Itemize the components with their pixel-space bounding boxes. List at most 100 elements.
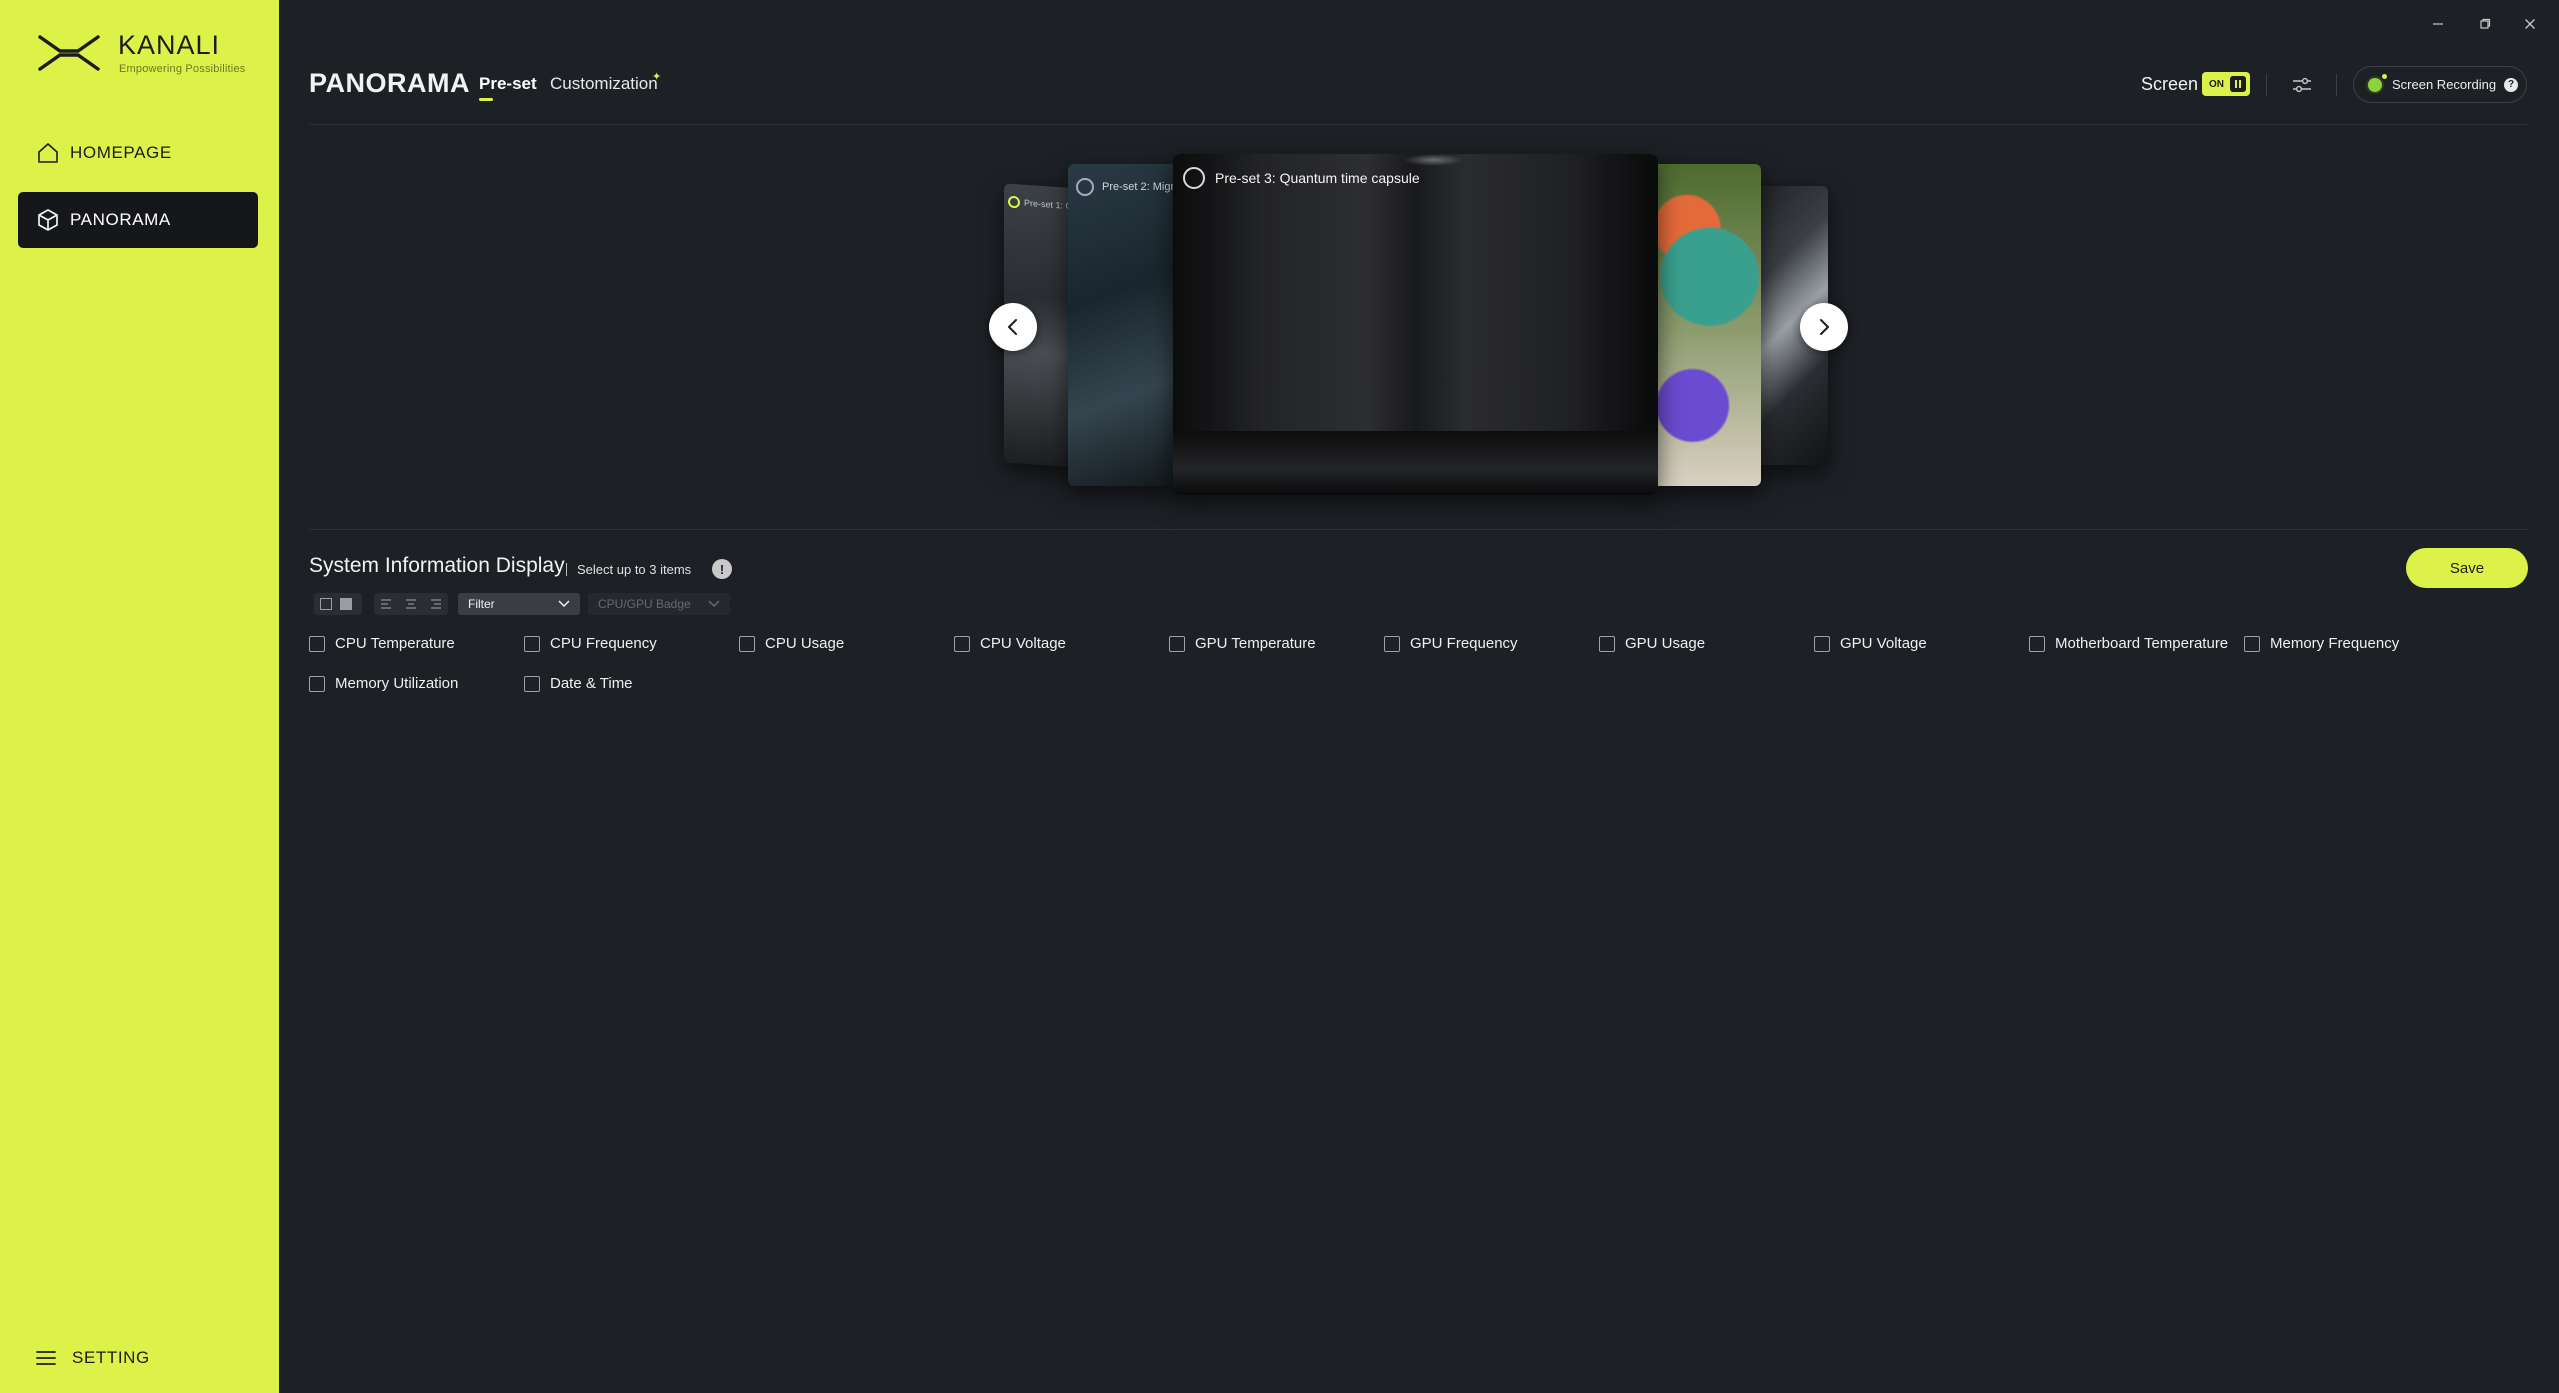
sidebar-item-label: HOMEPAGE bbox=[70, 143, 172, 162]
checkbox[interactable] bbox=[524, 675, 540, 692]
display-settings-button[interactable] bbox=[2290, 73, 2314, 97]
box-icon bbox=[38, 209, 58, 231]
layout-toggle-group bbox=[314, 593, 362, 615]
preset-radio[interactable] bbox=[1076, 178, 1094, 196]
save-button[interactable]: Save bbox=[2406, 548, 2528, 588]
active-tab-indicator bbox=[479, 98, 493, 101]
metric-checkbox-item[interactable]: CPU Usage bbox=[739, 635, 844, 652]
metric-checkbox-item[interactable]: Memory Utilization bbox=[309, 675, 458, 692]
metric-checkbox-item[interactable]: GPU Frequency bbox=[1384, 635, 1518, 652]
close-button[interactable] bbox=[2516, 14, 2544, 34]
section-divider bbox=[309, 529, 2527, 530]
divider bbox=[2266, 74, 2267, 96]
preset-radio[interactable] bbox=[1008, 195, 1020, 209]
alignment-group bbox=[374, 593, 448, 615]
menu-icon bbox=[36, 1351, 56, 1365]
checkbox-label: CPU Usage bbox=[765, 635, 845, 652]
checkbox[interactable] bbox=[524, 635, 540, 652]
checkbox[interactable] bbox=[1169, 635, 1185, 652]
sidebar: KANALI Empowering Possibilities HOMEPAGE… bbox=[0, 0, 279, 1393]
brand-name: KANALI bbox=[118, 30, 221, 60]
screen-toggle-label: ON bbox=[2209, 78, 2224, 90]
help-icon[interactable]: ? bbox=[2504, 77, 2519, 92]
checkbox[interactable] bbox=[1814, 635, 1830, 652]
checkbox-label: Date & Time bbox=[550, 675, 633, 692]
metric-checkbox-item[interactable]: GPU Temperature bbox=[1169, 635, 1316, 652]
align-right-icon[interactable] bbox=[430, 599, 442, 609]
checkbox[interactable] bbox=[309, 635, 325, 652]
header-divider bbox=[309, 124, 2527, 125]
sidebar-item-homepage[interactable]: HOMEPAGE bbox=[18, 125, 258, 181]
sidebar-item-label: PANORAMA bbox=[70, 210, 171, 229]
carousel-next-button[interactable] bbox=[1800, 303, 1848, 351]
minimize-icon bbox=[2433, 23, 2443, 25]
filled-square-icon[interactable] bbox=[340, 598, 352, 610]
close-icon bbox=[2525, 19, 2535, 29]
brand-tagline: Empowering Possibilities bbox=[119, 63, 246, 75]
checkbox-label: CPU Voltage bbox=[980, 635, 1066, 652]
checkbox-label: CPU Temperature bbox=[335, 635, 455, 652]
chevron-right-icon bbox=[1820, 319, 1829, 335]
checkbox-label: GPU Temperature bbox=[1195, 635, 1316, 652]
preset-card-title: Pre-set 3: Quantum time capsule bbox=[1215, 170, 1420, 186]
metric-checkbox-item[interactable]: GPU Usage bbox=[1599, 635, 1705, 652]
checkbox[interactable] bbox=[954, 635, 970, 652]
outline-square-icon[interactable] bbox=[320, 598, 332, 610]
tab-customization[interactable]: Customization bbox=[550, 74, 658, 94]
preset-radio[interactable] bbox=[1183, 167, 1205, 189]
align-left-icon[interactable] bbox=[380, 599, 392, 609]
page-title: PANORAMA bbox=[309, 68, 470, 98]
checkbox-label: Memory Utilization bbox=[335, 675, 459, 692]
checkbox-label: CPU Frequency bbox=[550, 635, 657, 652]
restore-icon bbox=[2480, 18, 2491, 29]
metric-checkbox-item[interactable]: Memory Frequency bbox=[2244, 635, 2399, 652]
checkbox[interactable] bbox=[1384, 635, 1400, 652]
filter-dropdown[interactable]: Filter bbox=[458, 593, 580, 615]
preset-card-4[interactable] bbox=[1647, 164, 1761, 486]
sliders-icon bbox=[2293, 77, 2311, 93]
metric-checkbox-item[interactable]: CPU Temperature bbox=[309, 635, 455, 652]
metric-checkbox-item[interactable]: Date & Time bbox=[524, 675, 633, 692]
info-icon[interactable]: ! bbox=[712, 559, 732, 579]
screen-recording-label: Screen Recording bbox=[2392, 77, 2497, 92]
badge-dropdown[interactable]: CPU/GPU Badge bbox=[588, 593, 730, 615]
screen-toggle[interactable]: ON bbox=[2202, 72, 2250, 96]
toggle-knob bbox=[2230, 76, 2246, 92]
restore-button[interactable] bbox=[2471, 14, 2499, 34]
recording-status-icon bbox=[2368, 73, 2387, 92]
chevron-left-icon bbox=[1008, 319, 1017, 335]
checkbox-label: GPU Frequency bbox=[1410, 635, 1518, 652]
screen-recording-button[interactable]: Screen Recording ? bbox=[2353, 66, 2527, 103]
sidebar-item-panorama[interactable]: PANORAMA bbox=[18, 192, 258, 248]
checkbox-label: GPU Voltage bbox=[1840, 635, 1927, 652]
preset-card-3[interactable]: Pre-set 3: Quantum time capsule bbox=[1173, 154, 1658, 495]
preset-card-label: Pre-set 2: Migra bbox=[1076, 178, 1180, 196]
metric-checkbox-item[interactable]: CPU Voltage bbox=[954, 635, 1066, 652]
section-title: System Information Display bbox=[309, 554, 565, 577]
metric-checkbox-item[interactable]: CPU Frequency bbox=[524, 635, 657, 652]
minimize-button[interactable] bbox=[2424, 14, 2452, 34]
align-center-icon[interactable] bbox=[405, 599, 417, 609]
tab-preset[interactable]: Pre-set bbox=[479, 74, 537, 94]
carousel-prev-button[interactable] bbox=[989, 303, 1037, 351]
checkbox-label: Motherboard Temperature bbox=[2055, 635, 2229, 652]
chevron-down-icon bbox=[708, 600, 720, 608]
preset-preview-light bbox=[1403, 154, 1463, 166]
home-icon bbox=[38, 143, 58, 163]
checkbox[interactable] bbox=[2244, 635, 2260, 652]
checkbox[interactable] bbox=[2029, 635, 2045, 652]
checkbox-label: GPU Usage bbox=[1625, 635, 1706, 652]
section-subtitle: Select up to 3 items bbox=[566, 562, 691, 577]
metric-checkbox-item[interactable]: Motherboard Temperature bbox=[2029, 635, 2228, 652]
metric-checkbox-item[interactable]: GPU Voltage bbox=[1814, 635, 1927, 652]
sidebar-item-setting[interactable]: SETTING bbox=[36, 1348, 150, 1368]
checkbox[interactable] bbox=[309, 675, 325, 692]
preset-card-title: Pre-set 2: Migra bbox=[1102, 181, 1180, 193]
filter-dropdown-label: Filter bbox=[468, 597, 495, 611]
sparkle-icon: ✦ bbox=[652, 71, 662, 83]
checkbox[interactable] bbox=[739, 635, 755, 652]
checkbox-label: Memory Frequency bbox=[2270, 635, 2400, 652]
checkbox[interactable] bbox=[1599, 635, 1615, 652]
preset-card-2[interactable]: Pre-set 2: Migra bbox=[1068, 164, 1180, 486]
chevron-down-icon bbox=[558, 600, 570, 608]
